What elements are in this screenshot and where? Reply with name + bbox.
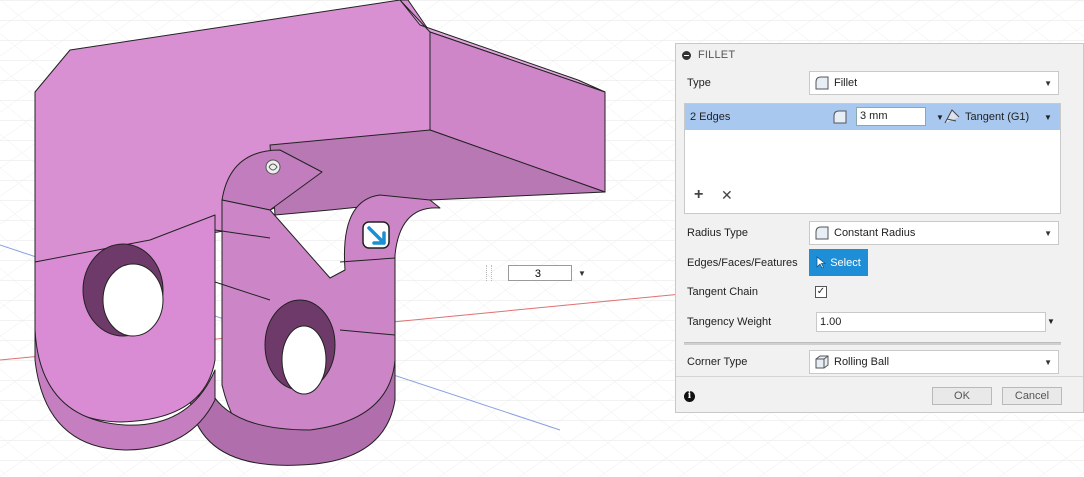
- tangent-continuity-icon: [944, 109, 960, 124]
- edge-count: 2 Edges: [690, 111, 731, 123]
- corner-type-dropdown[interactable]: Rolling Ball ▼: [809, 350, 1059, 374]
- fillet-icon: [815, 76, 829, 90]
- chevron-down-icon: ▼: [1044, 78, 1052, 88]
- corner-type-label: Corner Type: [687, 356, 748, 368]
- dialog-footer: i OK Cancel: [676, 376, 1083, 413]
- type-row: Type Fillet ▼: [676, 69, 1083, 97]
- selection-row: Edges/Faces/Features Select: [676, 249, 1083, 277]
- cursor-icon: [816, 256, 827, 269]
- tangent-chain-row: Tangent Chain ✓: [676, 280, 1083, 304]
- constant-radius-icon: [815, 226, 829, 240]
- dialog-title: FILLET: [698, 49, 736, 61]
- radius-type-dropdown[interactable]: Constant Radius ▼: [809, 221, 1059, 245]
- chevron-down-icon[interactable]: ▼: [578, 269, 586, 278]
- tangent-chain-label: Tangent Chain: [687, 286, 758, 298]
- fillet-dialog: FILLET Type Fillet ▼ 2 Edges 3 mm ▼ Tang…: [675, 43, 1084, 413]
- info-icon[interactable]: i: [684, 391, 695, 402]
- collapse-icon[interactable]: [682, 50, 691, 60]
- type-label: Type: [687, 77, 711, 89]
- cancel-button[interactable]: Cancel: [1002, 387, 1062, 405]
- drag-arrow-icon[interactable]: [362, 221, 390, 249]
- radius-type-row: Radius Type Constant Radius ▼: [676, 219, 1083, 247]
- corner-type-value: Rolling Ball: [834, 356, 890, 368]
- chevron-down-icon[interactable]: ▼: [1044, 113, 1052, 122]
- fillet-manipulator-icon[interactable]: [265, 159, 281, 175]
- continuity-value: Tangent (G1): [965, 111, 1030, 123]
- rolling-ball-icon: [815, 355, 829, 369]
- inline-radius-field[interactable]: 3: [508, 265, 572, 281]
- section-divider: [684, 342, 1061, 345]
- type-value: Fillet: [834, 77, 858, 89]
- select-button[interactable]: Select: [809, 249, 868, 276]
- type-dropdown[interactable]: Fillet ▼: [809, 71, 1059, 95]
- chevron-down-icon[interactable]: ▼: [1047, 317, 1055, 326]
- radius-type-label: Radius Type: [687, 227, 748, 239]
- remove-edge-set-icon[interactable]: ✕: [721, 187, 733, 204]
- tangent-chain-checkbox[interactable]: ✓: [815, 286, 827, 298]
- ok-button[interactable]: OK: [932, 387, 992, 405]
- inline-radius-input[interactable]: 3 ▼: [486, 263, 590, 283]
- chevron-down-icon: ▼: [1044, 228, 1052, 238]
- radius-input[interactable]: 3 mm: [856, 107, 926, 126]
- chevron-down-icon[interactable]: ▼: [936, 113, 944, 122]
- select-button-label: Select: [830, 256, 861, 269]
- chevron-down-icon: ▼: [1044, 357, 1052, 367]
- tangency-weight-input[interactable]: 1.00: [816, 312, 1046, 332]
- tangency-weight-label: Tangency Weight: [687, 316, 772, 328]
- dialog-header[interactable]: FILLET: [676, 44, 1083, 66]
- corner-type-row: Corner Type Rolling Ball ▼: [676, 348, 1083, 376]
- radius-icon: [833, 110, 847, 124]
- radius-type-value: Constant Radius: [834, 227, 916, 239]
- drag-grip[interactable]: [486, 265, 492, 281]
- tangency-weight-row: Tangency Weight 1.00 ▼: [676, 310, 1083, 334]
- edge-selection-list[interactable]: 2 Edges 3 mm ▼ Tangent (G1) ▼ + ✕: [684, 103, 1061, 214]
- selection-label: Edges/Faces/Features: [687, 257, 798, 269]
- edge-set-row[interactable]: 2 Edges 3 mm ▼ Tangent (G1) ▼: [685, 104, 1060, 130]
- add-edge-set-icon[interactable]: +: [694, 186, 703, 204]
